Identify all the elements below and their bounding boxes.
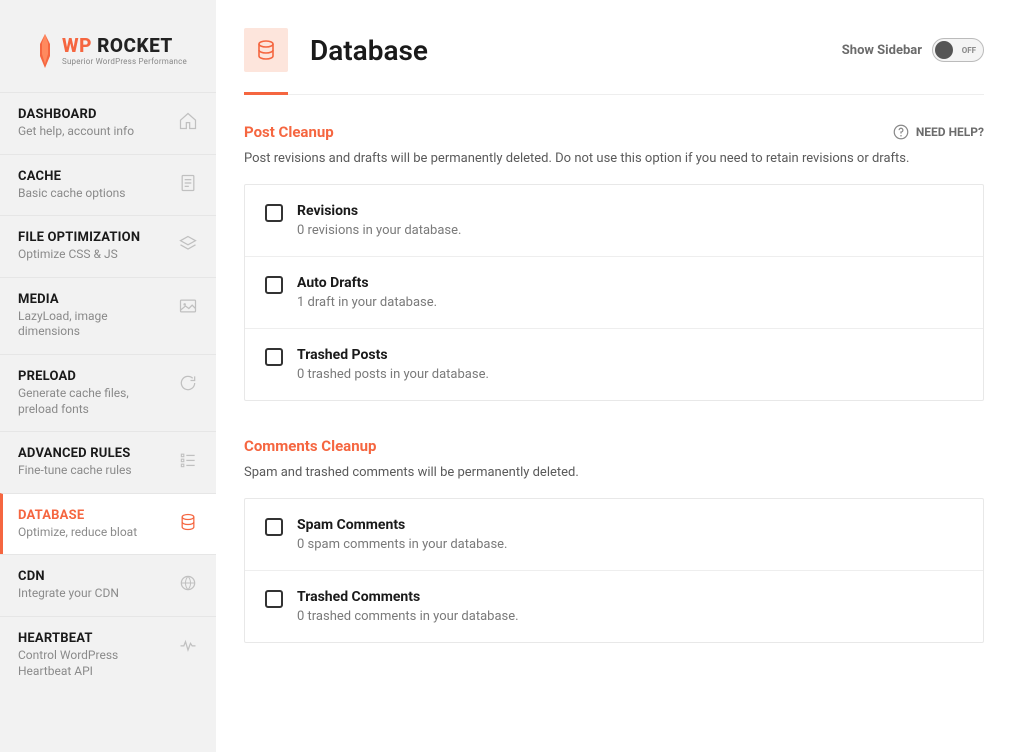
sidebar-item-heartbeat[interactable]: HEARTBEAT Control WordPress Heartbeat AP… — [0, 616, 216, 693]
page-icon-box — [244, 28, 288, 72]
option-desc: 0 trashed posts in your database. — [297, 367, 489, 382]
sidebar-item-advanced-rules[interactable]: ADVANCED RULES Fine-tune cache rules — [0, 431, 216, 493]
sidebar-item-desc: Integrate your CDN — [18, 586, 119, 602]
show-sidebar-label: Show Sidebar — [842, 43, 922, 58]
section-title: Comments Cleanup — [244, 437, 376, 455]
database-icon — [254, 38, 278, 62]
toggle-state-label: OFF — [962, 46, 976, 55]
section-post-cleanup: Post Cleanup NEED HELP? Post revisions a… — [244, 123, 984, 401]
sidebar-item-label: ADVANCED RULES — [18, 446, 132, 461]
checkbox-auto-drafts[interactable] — [265, 276, 283, 294]
sidebar-item-label: PRELOAD — [18, 369, 158, 384]
option-trashed-comments: Trashed Comments 0 trashed comments in y… — [245, 571, 983, 642]
main-content: Database Show Sidebar OFF Post Cleanup N… — [216, 0, 1024, 752]
brand-tagline: Superior WordPress Performance — [62, 57, 187, 66]
option-title: Auto Drafts — [297, 275, 437, 291]
sidebar-item-desc: Optimize, reduce bloat — [18, 525, 137, 541]
option-title: Revisions — [297, 203, 461, 219]
brand-logo: WP ROCKET Superior WordPress Performance — [0, 16, 216, 92]
need-help-link[interactable]: NEED HELP? — [892, 123, 984, 141]
sidebar-item-desc: Get help, account info — [18, 124, 134, 140]
list-icon — [178, 450, 198, 470]
option-desc: 0 revisions in your database. — [297, 223, 461, 238]
sidebar-nav: DASHBOARD Get help, account info CACHE B… — [0, 92, 216, 693]
section-desc: Post revisions and drafts will be perman… — [244, 151, 984, 166]
globe-icon — [178, 573, 198, 593]
section-comments-cleanup: Comments Cleanup Spam and trashed commen… — [244, 437, 984, 643]
checkbox-revisions[interactable] — [265, 204, 283, 222]
layers-icon — [178, 234, 198, 254]
sidebar-item-label: CDN — [18, 569, 119, 584]
image-icon — [178, 296, 198, 316]
sidebar-item-desc: Control WordPress Heartbeat API — [18, 648, 158, 679]
checkbox-trashed-posts[interactable] — [265, 348, 283, 366]
sidebar-item-media[interactable]: MEDIA LazyLoad, image dimensions — [0, 277, 216, 354]
option-spam-comments: Spam Comments 0 spam comments in your da… — [245, 499, 983, 571]
show-sidebar-toggle[interactable]: OFF — [932, 38, 984, 62]
sidebar-item-label: DATABASE — [18, 508, 137, 523]
option-desc: 0 trashed comments in your database. — [297, 609, 519, 624]
database-icon — [178, 512, 198, 532]
brand-name: WP ROCKET — [62, 36, 187, 55]
sidebar-item-label: FILE OPTIMIZATION — [18, 230, 140, 245]
sidebar-item-desc: Generate cache files, preload fonts — [18, 386, 158, 417]
rocket-icon — [34, 34, 56, 68]
sidebar: WP ROCKET Superior WordPress Performance… — [0, 0, 216, 752]
comments-cleanup-options: Spam Comments 0 spam comments in your da… — [244, 498, 984, 643]
checkbox-trashed-comments[interactable] — [265, 590, 283, 608]
page-title: Database — [310, 34, 428, 67]
sidebar-item-desc: Optimize CSS & JS — [18, 247, 140, 263]
section-desc: Spam and trashed comments will be perman… — [244, 465, 984, 480]
sidebar-item-desc: Fine-tune cache rules — [18, 463, 132, 479]
file-icon — [178, 173, 198, 193]
refresh-icon — [178, 373, 198, 393]
checkbox-spam-comments[interactable] — [265, 518, 283, 536]
option-desc: 1 draft in your database. — [297, 295, 437, 310]
sidebar-item-cdn[interactable]: CDN Integrate your CDN — [0, 554, 216, 616]
post-cleanup-options: Revisions 0 revisions in your database. … — [244, 184, 984, 401]
sidebar-item-label: DASHBOARD — [18, 107, 134, 122]
sidebar-item-label: CACHE — [18, 169, 126, 184]
need-help-label: NEED HELP? — [916, 125, 984, 139]
option-auto-drafts: Auto Drafts 1 draft in your database. — [245, 257, 983, 329]
sidebar-item-database[interactable]: DATABASE Optimize, reduce bloat — [0, 493, 216, 555]
sidebar-item-desc: LazyLoad, image dimensions — [18, 309, 158, 340]
option-trashed-posts: Trashed Posts 0 trashed posts in your da… — [245, 329, 983, 400]
option-title: Spam Comments — [297, 517, 507, 533]
sidebar-item-cache[interactable]: CACHE Basic cache options — [0, 154, 216, 216]
home-icon — [178, 111, 198, 131]
sidebar-item-file-optimization[interactable]: FILE OPTIMIZATION Optimize CSS & JS — [0, 215, 216, 277]
page-header: Database Show Sidebar OFF — [244, 28, 984, 95]
option-title: Trashed Comments — [297, 589, 519, 605]
sidebar-item-desc: Basic cache options — [18, 186, 126, 202]
sidebar-item-label: HEARTBEAT — [18, 631, 158, 646]
heartbeat-icon — [178, 635, 198, 655]
toggle-knob — [935, 41, 953, 59]
sidebar-item-preload[interactable]: PRELOAD Generate cache files, preload fo… — [0, 354, 216, 431]
sidebar-item-label: MEDIA — [18, 292, 158, 307]
help-icon — [892, 123, 910, 141]
option-title: Trashed Posts — [297, 347, 489, 363]
option-revisions: Revisions 0 revisions in your database. — [245, 185, 983, 257]
sidebar-item-dashboard[interactable]: DASHBOARD Get help, account info — [0, 92, 216, 154]
option-desc: 0 spam comments in your database. — [297, 537, 507, 552]
section-title: Post Cleanup — [244, 123, 334, 141]
